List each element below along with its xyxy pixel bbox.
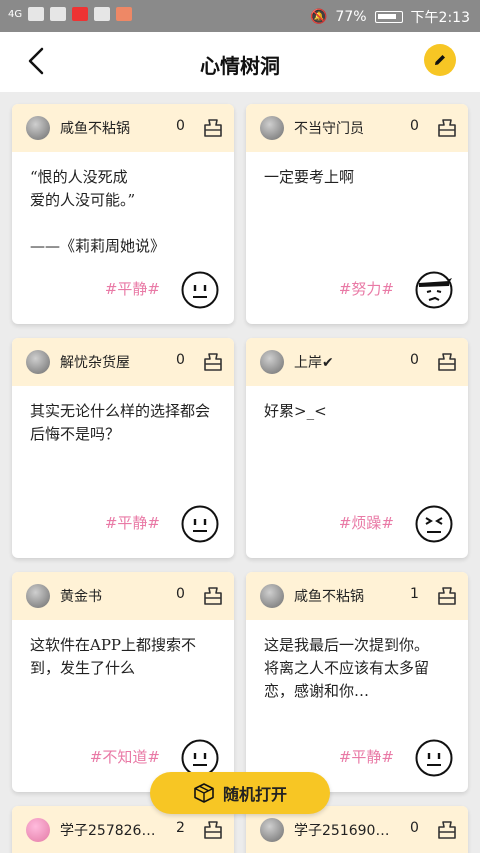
app-notification-icon bbox=[72, 7, 89, 21]
calm-face-icon bbox=[181, 505, 219, 543]
post-card[interactable]: 咸鱼不粘锅 1 这是我最后一次提到你。 将离之人不应该有太多留恋，感谢和你… #… bbox=[246, 572, 468, 792]
signal-icon bbox=[28, 7, 45, 21]
avatar[interactable] bbox=[26, 818, 50, 842]
username: 学子251690… bbox=[294, 823, 390, 839]
username: 黄金书 bbox=[60, 589, 102, 605]
mood-tag: #不知道# bbox=[89, 748, 160, 766]
calm-face-icon bbox=[415, 739, 453, 777]
annoyed-face-icon bbox=[415, 505, 453, 543]
like-icon[interactable] bbox=[434, 584, 460, 608]
random-open-button[interactable]: 随机打开 bbox=[150, 772, 330, 814]
like-icon[interactable] bbox=[434, 350, 460, 374]
mood-tag: #平静# bbox=[104, 514, 160, 532]
username: 咸鱼不粘锅 bbox=[60, 121, 130, 137]
card-paper: 黄金书 0 这软件在APP上都搜索不到，发生了什么 #不知道# bbox=[12, 572, 234, 792]
post-card[interactable]: 黄金书 0 这软件在APP上都搜索不到，发生了什么 #不知道# bbox=[12, 572, 234, 792]
username: 解忧杂货屋 bbox=[60, 355, 130, 371]
like-count: 0 bbox=[410, 118, 419, 134]
status-bar: 4G 🔕 77% 下午2:13 bbox=[0, 0, 480, 32]
mute-icon: 🔕 bbox=[309, 9, 328, 25]
avatar[interactable] bbox=[26, 350, 50, 374]
like-icon[interactable] bbox=[200, 350, 226, 374]
like-count: 0 bbox=[176, 118, 185, 134]
battery-percent: 77% bbox=[335, 9, 367, 25]
username: 上岸✔ bbox=[294, 355, 334, 371]
notification-icon bbox=[116, 7, 133, 21]
mood-tag: #烦躁# bbox=[338, 514, 394, 532]
mood-tag: #平静# bbox=[338, 748, 394, 766]
avatar[interactable] bbox=[26, 116, 50, 140]
battery-icon bbox=[374, 11, 403, 23]
username: 学子257826… bbox=[60, 823, 156, 839]
post-card[interactable]: 上岸✔ 0 好累>_< #烦躁# bbox=[246, 338, 468, 558]
like-icon[interactable] bbox=[434, 116, 460, 140]
random-open-label: 随机打开 bbox=[222, 785, 287, 804]
avatar[interactable] bbox=[260, 350, 284, 374]
card-paper: 上岸✔ 0 好累>_< #烦躁# bbox=[246, 338, 468, 558]
like-count: 0 bbox=[176, 352, 185, 368]
like-count: 0 bbox=[176, 586, 185, 602]
card-paper: 不当守门员 0 一定要考上啊 #努力# bbox=[246, 104, 468, 324]
post-card[interactable]: 解忧杂货屋 0 其实无论什么样的选择都会后悔不是吗？ #平静# bbox=[12, 338, 234, 558]
box-icon bbox=[194, 783, 214, 803]
like-icon[interactable] bbox=[200, 818, 226, 842]
clock: 下午2:13 bbox=[410, 10, 470, 26]
pencil-icon bbox=[435, 55, 445, 65]
wechat-icon bbox=[94, 7, 111, 21]
carrier-label: 4G bbox=[8, 8, 23, 20]
post-content: 这是我最后一次提到你。 将离之人不应该有太多留恋，感谢和你… bbox=[264, 636, 430, 700]
mood-tag: #平静# bbox=[104, 280, 160, 298]
post-content: “恨的人没死成 爱的人没可能。” ——《莉莉周她说》 bbox=[30, 168, 166, 255]
like-count: 0 bbox=[410, 820, 419, 836]
avatar[interactable] bbox=[260, 584, 284, 608]
like-count: 2 bbox=[176, 820, 185, 836]
app-header: 心情树洞 bbox=[0, 32, 480, 92]
post-content: 其实无论什么样的选择都会后悔不是吗？ bbox=[30, 402, 211, 443]
username: 咸鱼不粘锅 bbox=[294, 589, 364, 605]
card-paper: 咸鱼不粘锅 1 这是我最后一次提到你。 将离之人不应该有太多留恋，感谢和你… #… bbox=[246, 572, 468, 792]
avatar[interactable] bbox=[260, 818, 284, 842]
effort-face-icon bbox=[415, 271, 453, 309]
like-count: 1 bbox=[410, 586, 419, 602]
avatar[interactable] bbox=[26, 584, 50, 608]
card-paper: 咸鱼不粘锅 0 “恨的人没死成 爱的人没可能。” ——《莉莉周她说》 #平静# bbox=[12, 104, 234, 324]
post-card[interactable]: 不当守门员 0 一定要考上啊 #努力# bbox=[246, 104, 468, 324]
post-content: 一定要考上啊 bbox=[264, 168, 355, 186]
page-title: 心情树洞 bbox=[200, 54, 280, 78]
wifi-icon bbox=[50, 7, 67, 21]
username: 不当守门员 bbox=[294, 121, 364, 137]
post-content: 这软件在APP上都搜索不到，发生了什么 bbox=[30, 636, 197, 677]
avatar[interactable] bbox=[260, 116, 284, 140]
like-count: 0 bbox=[410, 352, 419, 368]
like-icon[interactable] bbox=[200, 116, 226, 140]
card-paper: 解忧杂货屋 0 其实无论什么样的选择都会后悔不是吗？ #平静# bbox=[12, 338, 234, 558]
edit-button[interactable] bbox=[424, 44, 456, 76]
like-icon[interactable] bbox=[200, 584, 226, 608]
calm-face-icon bbox=[181, 271, 219, 309]
like-icon[interactable] bbox=[434, 818, 460, 842]
post-grid: 咸鱼不粘锅 0 “恨的人没死成 爱的人没可能。” ——《莉莉周她说》 #平静# … bbox=[0, 92, 480, 853]
post-content: 好累>_< bbox=[264, 402, 327, 420]
post-card[interactable]: 咸鱼不粘锅 0 “恨的人没死成 爱的人没可能。” ——《莉莉周她说》 #平静# bbox=[12, 104, 234, 324]
mood-tag: #努力# bbox=[338, 280, 394, 298]
